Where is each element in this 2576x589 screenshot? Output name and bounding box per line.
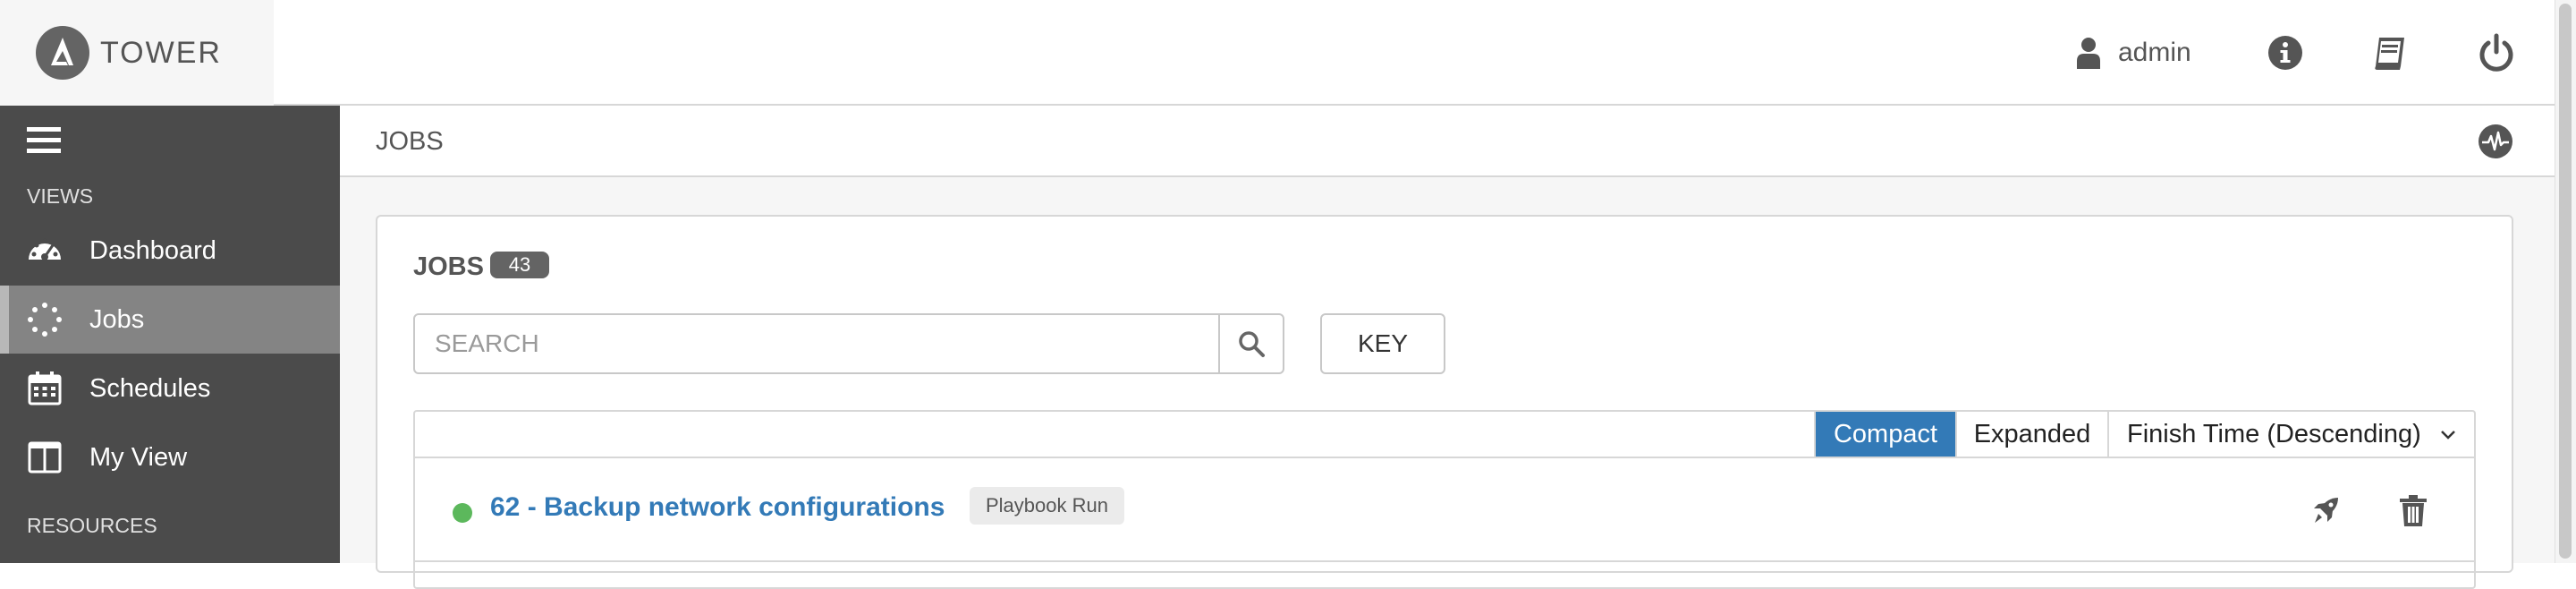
compact-view-button[interactable]: Compact xyxy=(1814,412,1955,457)
documentation-book-icon[interactable] xyxy=(2370,32,2411,73)
page-scrollbar[interactable] xyxy=(2555,0,2576,563)
sidebar-item-jobs[interactable]: Jobs xyxy=(0,286,340,354)
job-name-link[interactable]: 62 - Backup network configurations xyxy=(490,492,945,523)
sidebar-item-label: Jobs xyxy=(89,304,145,334)
list-toolbar: Compact Expanded Finish Time (Descending… xyxy=(415,412,2474,458)
panel-title: JOBS xyxy=(413,252,484,281)
sort-select-value: Finish Time (Descending) xyxy=(2127,419,2421,448)
resources-section-label: RESOURCES xyxy=(27,514,157,537)
sort-select[interactable]: Finish Time (Descending) xyxy=(2107,412,2474,457)
relaunch-rocket-icon[interactable] xyxy=(2308,492,2343,528)
columns-icon xyxy=(28,441,62,474)
brand-logo[interactable]: TOWER xyxy=(0,0,274,106)
expanded-view-button[interactable]: Expanded xyxy=(1955,412,2107,457)
activity-stream-icon[interactable] xyxy=(2478,124,2513,159)
jobs-list: Compact Expanded Finish Time (Descending… xyxy=(413,410,2476,589)
search-box xyxy=(413,313,1284,374)
job-type-tag: Playbook Run xyxy=(970,487,1124,525)
sidebar-item-label: My View xyxy=(89,442,188,472)
scrollbar-thumb[interactable] xyxy=(2559,4,2572,559)
sidebar-item-my-view[interactable]: My View xyxy=(0,423,340,491)
views-section-label: VIEWS xyxy=(27,184,94,208)
sidebar-item-label: Schedules xyxy=(89,373,211,403)
user-icon xyxy=(2077,38,2100,69)
jobs-spinner-icon xyxy=(28,303,62,337)
jobs-panel: JOBS 43 KEY Compact Expanded Finish Time… xyxy=(376,215,2513,589)
key-button[interactable]: KEY xyxy=(1320,313,1445,374)
chevron-down-icon xyxy=(2441,431,2455,440)
status-success-dot xyxy=(453,503,472,523)
power-logout-icon[interactable] xyxy=(2476,32,2517,73)
table-row: 62 - Backup network configurations Playb… xyxy=(415,458,2474,562)
delete-trash-icon[interactable] xyxy=(2395,492,2431,528)
sidebar-item-schedules[interactable]: Schedules xyxy=(0,354,340,423)
ansible-logo-icon xyxy=(36,26,89,80)
jobs-count-badge: 43 xyxy=(490,252,549,278)
breadcrumb-current: JOBS xyxy=(376,127,444,156)
brand-name: TOWER xyxy=(100,36,222,70)
breadcrumb: JOBS xyxy=(340,106,2555,177)
top-header: TOWER admin xyxy=(0,0,2555,106)
calendar-icon xyxy=(28,371,62,405)
dashboard-icon xyxy=(29,238,61,260)
search-icon xyxy=(1239,331,1265,357)
user-name: admin xyxy=(2118,38,2191,67)
sidebar: VIEWS Dashboard Jobs Schedules My View R… xyxy=(0,106,340,563)
sidebar-item-dashboard[interactable]: Dashboard xyxy=(0,217,340,285)
info-icon[interactable] xyxy=(2265,32,2306,73)
hamburger-menu-icon[interactable] xyxy=(27,127,63,154)
search-button[interactable] xyxy=(1218,315,1283,372)
user-menu[interactable]: admin xyxy=(2075,32,2191,73)
search-input[interactable] xyxy=(415,315,1218,372)
sidebar-item-label: Dashboard xyxy=(89,235,216,265)
